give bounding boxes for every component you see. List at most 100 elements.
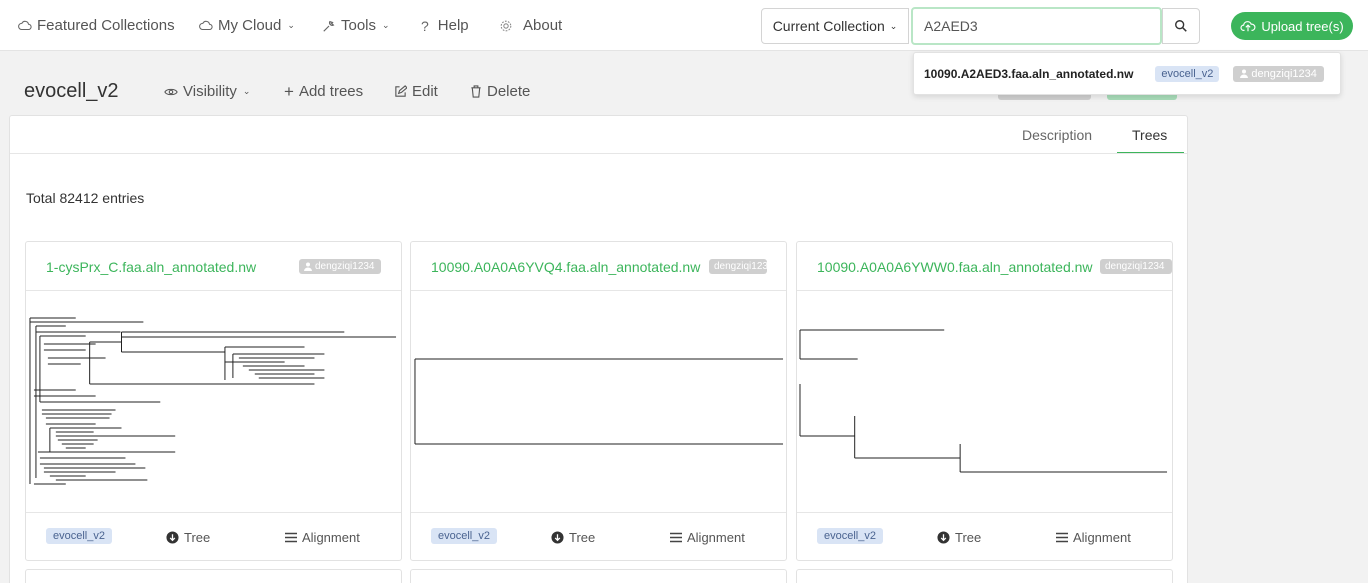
visibility-label: Visibility [183,83,237,100]
alignment-button[interactable]: Alignment [670,530,745,545]
tree-card-partial [796,569,1173,583]
alignment-button[interactable]: Alignment [1056,530,1131,545]
tree-title-link[interactable]: 10090.A0A0A6YWW0.faa.aln_annotated.nw [817,259,1093,275]
tree-drawing [29,317,397,485]
card-header: 10090.A0A0A6YVQ4.faa.aln_annotated.nw de… [411,242,786,291]
search-button[interactable] [1162,8,1200,44]
tree-title-link[interactable]: 1-cysPrx_C.faa.aln_annotated.nw [46,259,256,275]
trash-icon [471,85,481,98]
tree-card: 10090.A0A0A6YVQ4.faa.aln_annotated.nw de… [410,241,787,561]
delete-button[interactable]: Delete [470,83,530,100]
cloud-icon [18,20,32,30]
user-name: dengziqi1234 [1105,261,1165,272]
search-icon [1175,20,1187,32]
alignment-label: Alignment [1073,530,1131,545]
search-result-user: dengziqi1234 [1251,67,1317,80]
download-circle-icon [937,531,950,544]
top-navbar: Featured Collections My Cloud ⌄ Tools ⌄ … [0,0,1368,51]
card-footer: evocell_v2 Tree Alignment [26,512,401,560]
user-name: dengziqi1234 [714,261,767,272]
nav-help[interactable]: ? Help [421,17,469,34]
tree-drawing [799,329,1168,473]
edit-icon [395,85,407,97]
gear-icon [500,20,512,31]
list-icon [1056,532,1068,543]
tree-card-partial [25,569,402,583]
alignment-button[interactable]: Alignment [285,530,360,545]
search-result-item[interactable]: 10090.A2AED3.faa.aln_annotated.nw evocel… [924,65,1324,82]
download-circle-icon [551,531,564,544]
tree-card-partial [410,569,787,583]
tree-label: Tree [569,530,596,545]
tree-drawing [414,358,784,445]
eye-icon [164,88,178,95]
nav-featured-collections[interactable]: Featured Collections [18,17,175,34]
nav-about-label: About [523,17,563,34]
upload-label: Upload tree(s) [1261,18,1344,34]
nav-tools-label: Tools [341,17,377,34]
plus-icon: + [284,81,294,101]
edit-button[interactable]: Edit [394,83,438,100]
alignment-label: Alignment [302,530,360,545]
page-title: evocell_v2 [24,80,119,102]
collection-badge[interactable]: evocell_v2 [46,528,112,544]
tab-description[interactable]: Description [1022,127,1092,143]
card-footer: evocell_v2 Tree Alignment [797,512,1172,560]
edit-label: Edit [412,83,438,100]
tree-preview[interactable] [797,292,1172,512]
nav-help-label: Help [437,17,469,34]
download-tree-button[interactable]: Tree [551,530,595,545]
user-badge: dengziqi1234 [299,259,381,274]
card-header: 10090.A0A0A6YWW0.faa.aln_annotated.nw de… [797,242,1172,291]
card-header: 1-cysPrx_C.faa.aln_annotated.nw dengziqi… [26,242,401,291]
chevron-down-icon: ⌄ [242,86,251,96]
tree-card: 1-cysPrx_C.faa.aln_annotated.nw dengziqi… [25,241,402,561]
nav-my-cloud-label: My Cloud [218,17,282,34]
collection-badge[interactable]: evocell_v2 [817,528,883,544]
card-footer: evocell_v2 Tree Alignment [411,512,786,560]
search-input[interactable] [911,7,1162,45]
tabs-divider [10,153,1187,154]
wrench-icon [323,20,335,32]
tree-label: Tree [184,530,211,545]
collection-scope-label: Current Collection [772,18,885,34]
collection-badge[interactable]: evocell_v2 [431,528,497,544]
cloud-upload-icon [1240,21,1256,32]
cloud-icon [199,20,213,30]
search-result-collection-badge: evocell_v2 [1155,65,1220,82]
download-tree-button[interactable]: Tree [937,530,981,545]
add-trees-button[interactable]: + Add trees [284,81,364,101]
tree-preview[interactable] [411,292,786,512]
visibility-dropdown[interactable]: Visibility ⌄ [164,83,250,100]
nav-featured-label: Featured Collections [37,17,175,34]
search-result-user-badge: dengziqi1234 [1233,65,1324,82]
tab-trees[interactable]: Trees [1132,127,1167,143]
nav-about[interactable]: About [499,17,562,34]
nav-my-cloud[interactable]: My Cloud ⌄ [199,17,295,34]
download-circle-icon [166,531,179,544]
chevron-down-icon: ⌄ [287,20,295,30]
user-badge: dengziqi1234 [1100,259,1172,274]
user-badge: dengziqi1234 [709,259,767,274]
upload-trees-button[interactable]: Upload tree(s) [1231,12,1353,40]
chevron-down-icon: ⌄ [889,20,898,31]
alignment-label: Alignment [687,530,745,545]
total-entries: Total 82412 entries [26,190,145,206]
tree-label: Tree [955,530,982,545]
user-icon [304,262,312,271]
list-icon [670,532,682,543]
nav-tools[interactable]: Tools ⌄ [322,17,390,34]
add-trees-label: Add trees [298,83,364,100]
search-results-dropdown: 10090.A2AED3.faa.aln_annotated.nw evocel… [913,52,1341,95]
tree-card: 10090.A0A0A6YWW0.faa.aln_annotated.nw de… [796,241,1173,561]
download-tree-button[interactable]: Tree [166,530,210,545]
tree-preview[interactable] [26,292,401,512]
delete-label: Delete [487,83,531,100]
collection-scope-select[interactable]: Current Collection ⌄ [761,8,909,44]
search-result-name: 10090.A2AED3.faa.aln_annotated.nw [924,66,1134,81]
question-icon: ? [421,17,429,34]
user-icon [1240,69,1249,78]
list-icon [285,532,297,543]
tree-title-link[interactable]: 10090.A0A0A6YVQ4.faa.aln_annotated.nw [431,259,700,275]
chevron-down-icon: ⌄ [382,20,390,30]
